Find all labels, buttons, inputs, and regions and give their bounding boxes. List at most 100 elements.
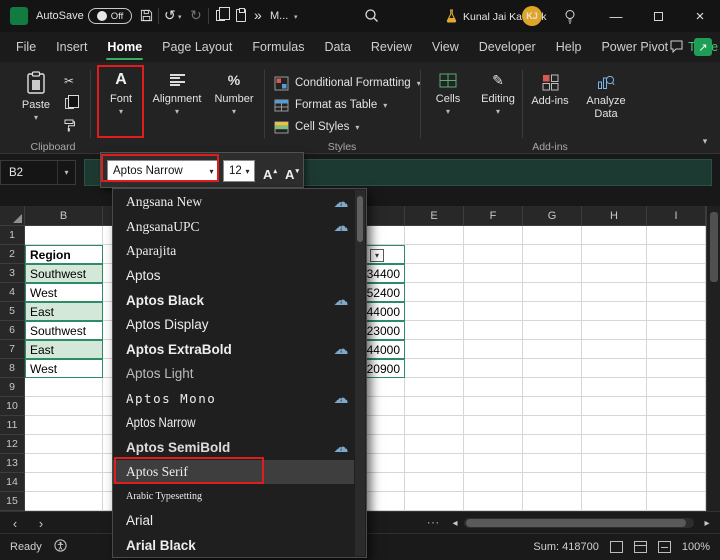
row-header-9[interactable]: 9	[0, 378, 25, 397]
paste-button[interactable]: Paste ▾	[16, 70, 56, 122]
row-header-2[interactable]: 2	[0, 245, 25, 264]
cell[interactable]	[464, 359, 523, 378]
name-box[interactable]: B2 ▾	[0, 160, 76, 185]
cell[interactable]	[523, 416, 582, 435]
alignment-button[interactable]: Alignment ▾	[150, 70, 204, 116]
column-header-G[interactable]: G	[523, 206, 582, 226]
cell[interactable]	[582, 302, 647, 321]
cell[interactable]	[523, 264, 582, 283]
cell[interactable]	[523, 226, 582, 245]
analyze-data-button[interactable]: Analyze Data	[580, 72, 632, 121]
format-as-table-button[interactable]: Format as Table ▾	[274, 95, 387, 115]
cell[interactable]	[405, 378, 464, 397]
row-header-3[interactable]: 3	[0, 264, 25, 283]
restore-button[interactable]	[648, 6, 668, 26]
cell[interactable]	[523, 378, 582, 397]
font-option-arial[interactable]: Arial	[113, 509, 354, 534]
tab-power-pivot[interactable]: Power Pivot	[591, 32, 678, 62]
cell[interactable]	[582, 473, 647, 492]
zoom-level[interactable]: 100%	[682, 541, 710, 553]
cell[interactable]	[405, 283, 464, 302]
cell[interactable]	[464, 283, 523, 302]
clipboard-button[interactable]	[236, 9, 246, 22]
tab-formulas[interactable]: Formulas	[242, 32, 314, 62]
cell[interactable]	[647, 378, 706, 397]
shrink-font-button[interactable]: A▾	[281, 160, 303, 182]
tab-review[interactable]: Review	[361, 32, 422, 62]
column-header-E[interactable]: E	[405, 206, 464, 226]
cell[interactable]	[582, 264, 647, 283]
cell-styles-button[interactable]: Cell Styles ▾	[274, 117, 359, 137]
chevron-down-icon[interactable]: ▾	[241, 167, 254, 176]
column-header-H[interactable]: H	[582, 206, 647, 226]
cell[interactable]	[25, 435, 103, 454]
cell[interactable]	[405, 340, 464, 359]
scroll-right-button[interactable]: ▸	[698, 514, 716, 532]
cell[interactable]	[464, 302, 523, 321]
row-header-12[interactable]: 12	[0, 435, 25, 454]
cell[interactable]	[405, 359, 464, 378]
cell[interactable]	[647, 226, 706, 245]
cell[interactable]	[405, 492, 464, 511]
cell[interactable]	[405, 264, 464, 283]
cell[interactable]	[582, 226, 647, 245]
share-button[interactable]: ↗	[694, 38, 712, 56]
qat-overflow-icon[interactable]: »	[254, 8, 262, 22]
cell[interactable]	[647, 492, 706, 511]
cell[interactable]	[405, 321, 464, 340]
font-option-aptos-black[interactable]: Aptos Black☁↓	[113, 288, 354, 313]
cell[interactable]	[523, 359, 582, 378]
collapse-ribbon-icon[interactable]: ▾	[694, 132, 716, 150]
save-button[interactable]	[140, 9, 153, 22]
font-option-angsanaupc[interactable]: AngsanaUPC☁↓	[113, 215, 354, 240]
column-header-F[interactable]: F	[464, 206, 523, 226]
cell[interactable]	[582, 454, 647, 473]
tab-developer[interactable]: Developer	[469, 32, 546, 62]
cell[interactable]	[647, 245, 706, 264]
search-button[interactable]	[364, 8, 379, 23]
row-header-13[interactable]: 13	[0, 454, 25, 473]
qat-more-dropdown-icon[interactable]: ▾	[294, 13, 298, 21]
minimize-button[interactable]: —	[606, 6, 626, 26]
tab-data[interactable]: Data	[314, 32, 360, 62]
cell[interactable]	[582, 416, 647, 435]
cell[interactable]	[582, 359, 647, 378]
filter-button[interactable]: ▾	[370, 249, 384, 262]
font-button[interactable]: A Font ▾	[101, 70, 141, 116]
cell[interactable]	[582, 283, 647, 302]
cell[interactable]	[523, 283, 582, 302]
font-option-aptos-extrabold[interactable]: Aptos ExtraBold☁↓	[113, 337, 354, 362]
number-button[interactable]: % Number ▾	[210, 70, 258, 116]
dropdown-scroll-thumb[interactable]	[357, 196, 363, 242]
copy-button[interactable]	[216, 10, 225, 21]
tab-home[interactable]: Home	[97, 32, 152, 62]
page-layout-view-icon[interactable]	[634, 541, 647, 553]
cell[interactable]	[582, 245, 647, 264]
font-option-angsana-new[interactable]: Angsana New☁↓	[113, 190, 354, 215]
name-box-dropdown-icon[interactable]: ▾	[57, 161, 75, 184]
horizontal-scroll-thumb[interactable]	[466, 519, 686, 527]
cell[interactable]	[25, 454, 103, 473]
cell[interactable]	[647, 264, 706, 283]
font-option-aparajita[interactable]: Aparajita	[113, 239, 354, 264]
cell[interactable]	[405, 226, 464, 245]
font-option-arial-black[interactable]: Arial Black	[113, 533, 354, 558]
grow-font-button[interactable]: A▴	[259, 160, 281, 182]
horizontal-scrollbar[interactable]	[464, 518, 694, 528]
cell[interactable]	[523, 321, 582, 340]
cell[interactable]	[523, 473, 582, 492]
cell[interactable]	[523, 397, 582, 416]
cut-button[interactable]: ✂	[58, 72, 80, 90]
cell[interactable]	[647, 359, 706, 378]
cell[interactable]	[405, 397, 464, 416]
accessibility-icon[interactable]	[54, 539, 67, 555]
cell[interactable]	[464, 416, 523, 435]
cell[interactable]	[647, 340, 706, 359]
dropdown-scrollbar[interactable]	[355, 190, 365, 556]
cell[interactable]	[405, 435, 464, 454]
page-break-view-icon[interactable]	[658, 541, 671, 553]
copy-button-ribbon[interactable]	[58, 94, 80, 112]
cell[interactable]	[464, 435, 523, 454]
font-option-aptos-mono[interactable]: Aptos Mono☁↓	[113, 386, 354, 411]
cell[interactable]	[405, 416, 464, 435]
